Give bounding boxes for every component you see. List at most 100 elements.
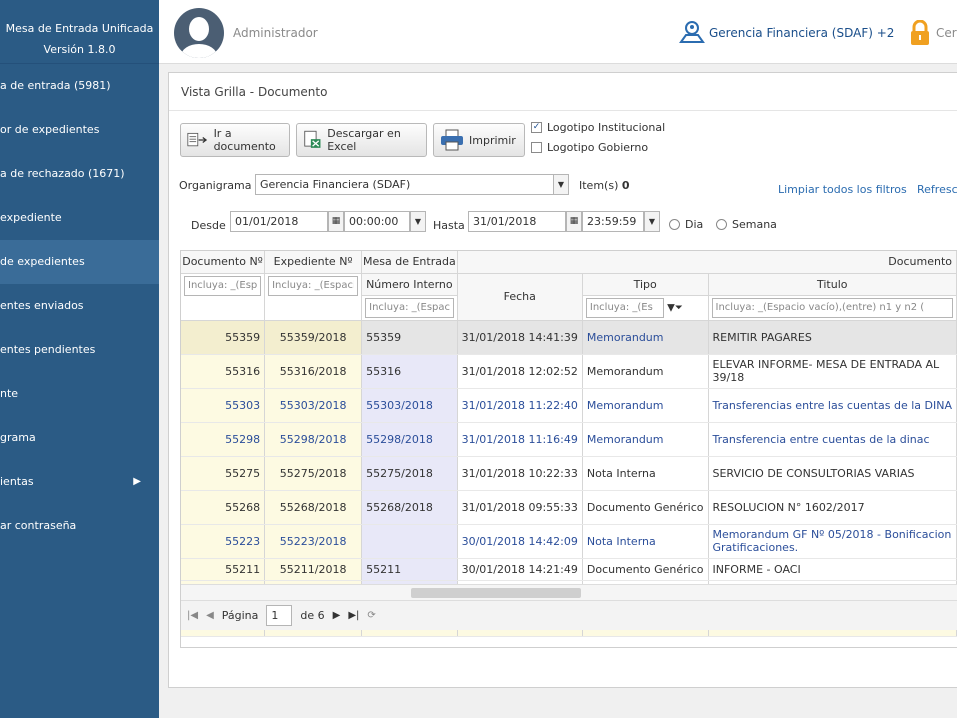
table-row[interactable]: 55268 55268/2018 55268/2018 31/01/2018 09:5…	[181, 490, 957, 525]
table-row[interactable]: 55298 55298/2018 55298/2018 31/01/2018 11:1…	[181, 422, 957, 457]
filter-expediente-input[interactable]	[268, 275, 359, 296]
cell-expediente-text: 55316/2018	[279, 364, 347, 378]
goto-document-label: Ir a documento	[213, 127, 276, 153]
hasta-time-input[interactable]: 23:59:59	[582, 211, 644, 232]
cell-tipo-text: Documento Genérico	[586, 500, 704, 514]
main-area: Vista Grilla - Documento Ir a documento …	[159, 64, 957, 718]
cell-expediente: 55275/2018	[264, 456, 363, 491]
cell-expediente-text: 55223/2018	[279, 534, 347, 548]
cell-tipo: Memorandum	[582, 354, 709, 389]
location-user-icon	[679, 21, 705, 43]
sidebar-item-label: ientas	[0, 475, 34, 488]
excel-icon	[304, 130, 321, 148]
filter-funnel-icon[interactable]: ▼⏷	[664, 302, 683, 313]
download-excel-button[interactable]: Descargar en Excel	[296, 123, 427, 157]
refresh-link[interactable]: Refresca	[917, 183, 957, 196]
cell-documento-text: 55298	[225, 432, 261, 446]
org-selector[interactable]: Gerencia Financiera (SDAF) +2	[709, 26, 894, 40]
col-header-fecha[interactable]: Fecha	[457, 273, 583, 321]
checkbox-checked-icon: ✓	[531, 122, 542, 133]
logo-gobierno-label: Logotipo Gobierno	[547, 141, 649, 154]
table-row[interactable]: 55211 55211/2018 55211 30/01/2018 14:21:49 D…	[181, 558, 957, 581]
organigrama-select[interactable]: Gerencia Financiera (SDAF)	[255, 174, 555, 195]
sidebar-item-pendientes[interactable]: entes pendientes	[0, 328, 159, 372]
cell-fecha-text: 31/01/2018 14:41:39	[461, 330, 578, 344]
table-row[interactable]: 55359 55359/2018 55359 31/01/2018 14:41:39 M…	[181, 320, 957, 355]
cell-titulo: INFORME - OACI	[708, 558, 957, 581]
cell-fecha-text: 30/01/2018 14:42:09	[461, 534, 578, 548]
chevron-down-icon[interactable]: ▼	[553, 174, 569, 195]
sidebar-item-enviados[interactable]: entes enviados	[0, 284, 159, 328]
topbar: Administrador Gerencia Financiera (SDAF)…	[159, 0, 957, 64]
grid-table: Documento Nº Expediente Nº Mesa de Entra…	[181, 251, 957, 637]
cell-numero-interno: 55298/2018	[361, 422, 458, 457]
hasta-date-input[interactable]: 31/01/2018	[468, 211, 566, 232]
print-button[interactable]: Imprimir	[433, 123, 525, 157]
avatar[interactable]	[174, 8, 224, 58]
col-header-titulo[interactable]: Titulo	[708, 273, 957, 296]
cell-tipo-text: Memorandum	[586, 398, 664, 412]
chevron-right-icon: ▶	[133, 476, 141, 487]
logout-link[interactable]: Cer	[936, 26, 957, 40]
horizontal-scrollbar[interactable]	[181, 584, 957, 600]
sidebar-item-mesa-entrada[interactable]: a de entrada (5981)	[0, 64, 159, 108]
logo-institucional-checkbox[interactable]: ✓ Logotipo Institucional	[531, 121, 665, 134]
cell-titulo: REMITIR PAGARES	[708, 320, 957, 355]
document-panel: Vista Grilla - Documento Ir a documento …	[168, 72, 957, 688]
cell-titulo-text: REMITIR PAGARES	[712, 330, 812, 344]
sidebar-item-herramientas[interactable]: ientas ▶	[0, 460, 159, 504]
cell-numero-interno-text: 55298/2018	[366, 432, 433, 446]
chevron-down-icon[interactable]: ▼	[644, 211, 660, 232]
sidebar-item-expediente[interactable]: expediente	[0, 196, 159, 240]
semana-radio[interactable]: Semana	[716, 218, 777, 231]
sidebar-item-listado-expedientes[interactable]: de expedientes	[0, 240, 159, 284]
cell-titulo-text: RESOLUCION N° 1602/2017	[712, 500, 865, 514]
sidebar: Mesa de Entrada Unificada Versión 1.8.0 …	[0, 0, 159, 718]
desde-date-input[interactable]: 01/01/2018	[230, 211, 328, 232]
filter-tipo-input[interactable]	[585, 297, 664, 318]
cell-tipo: Memorandum	[582, 422, 709, 457]
sidebar-item-organigrama[interactable]: grama	[0, 416, 159, 460]
cell-documento-text: 55303	[225, 398, 261, 412]
col-header-tipo[interactable]: Tipo	[582, 273, 709, 296]
cell-numero-interno: 55359	[361, 320, 458, 355]
chevron-down-icon[interactable]: ▼	[410, 211, 426, 232]
sidebar-item-gestor-expedientes[interactable]: or de expedientes	[0, 108, 159, 152]
filter-numero-interno-input[interactable]	[365, 297, 454, 318]
last-page-icon[interactable]: ▶|	[348, 610, 359, 621]
cell-documento-text: 55223	[225, 534, 261, 548]
refresh-icon[interactable]: ⟳	[367, 610, 375, 621]
desde-time-input[interactable]: 00:00:00	[344, 211, 410, 232]
filter-documento-input[interactable]	[184, 275, 262, 296]
first-page-icon[interactable]: |◀	[187, 610, 198, 621]
next-page-icon[interactable]: ▶	[333, 610, 341, 621]
logo-gobierno-checkbox[interactable]: Logotipo Gobierno	[531, 141, 648, 154]
sidebar-item-rechazados[interactable]: a de rechazado (1671)	[0, 152, 159, 196]
clear-filters-link[interactable]: Limpiar todos los filtros	[778, 183, 907, 196]
table-row[interactable]: 55303 55303/2018 55303/2018 31/01/2018 11:2…	[181, 388, 957, 423]
col-header-numero-interno[interactable]: Número Interno	[361, 273, 458, 296]
prev-page-icon[interactable]: ◀	[206, 610, 214, 621]
table-row[interactable]: 55275 55275/2018 55275/2018 31/01/2018 10:2…	[181, 456, 957, 491]
filter-titulo-input[interactable]	[711, 297, 953, 318]
sidebar-item-cliente[interactable]: nte	[0, 372, 159, 416]
cell-tipo-text: Memorandum	[586, 364, 664, 378]
table-row[interactable]: 55316 55316/2018 55316 31/01/2018 12:02:52 M…	[181, 354, 957, 389]
col-header-expediente[interactable]: Expediente Nº	[264, 251, 363, 274]
cell-expediente-text: 55298/2018	[279, 432, 347, 446]
calendar-icon[interactable]: ▦	[328, 211, 344, 232]
dia-label: Dia	[685, 218, 704, 231]
dia-radio[interactable]: Dia	[669, 218, 703, 231]
calendar-icon[interactable]: ▦	[566, 211, 582, 232]
col-header-documento[interactable]: Documento Nº	[181, 251, 266, 274]
cell-fecha: 30/01/2018 14:42:09	[457, 524, 583, 559]
app-title: Mesa de Entrada Unificada	[5, 22, 154, 35]
table-row[interactable]: 55223 55223/2018 30/01/2018 14:42:09 Nota I…	[181, 524, 957, 559]
page-input[interactable]: 1	[266, 605, 293, 626]
goto-document-button[interactable]: Ir a documento	[180, 123, 290, 157]
col-header-mesa[interactable]: Mesa de Entrada	[361, 251, 458, 274]
radio-icon	[669, 219, 680, 230]
lock-icon[interactable]	[909, 20, 931, 46]
sidebar-item-cambiar-contrasena[interactable]: ar contraseña	[0, 504, 159, 548]
scrollbar-thumb[interactable]	[411, 588, 581, 598]
